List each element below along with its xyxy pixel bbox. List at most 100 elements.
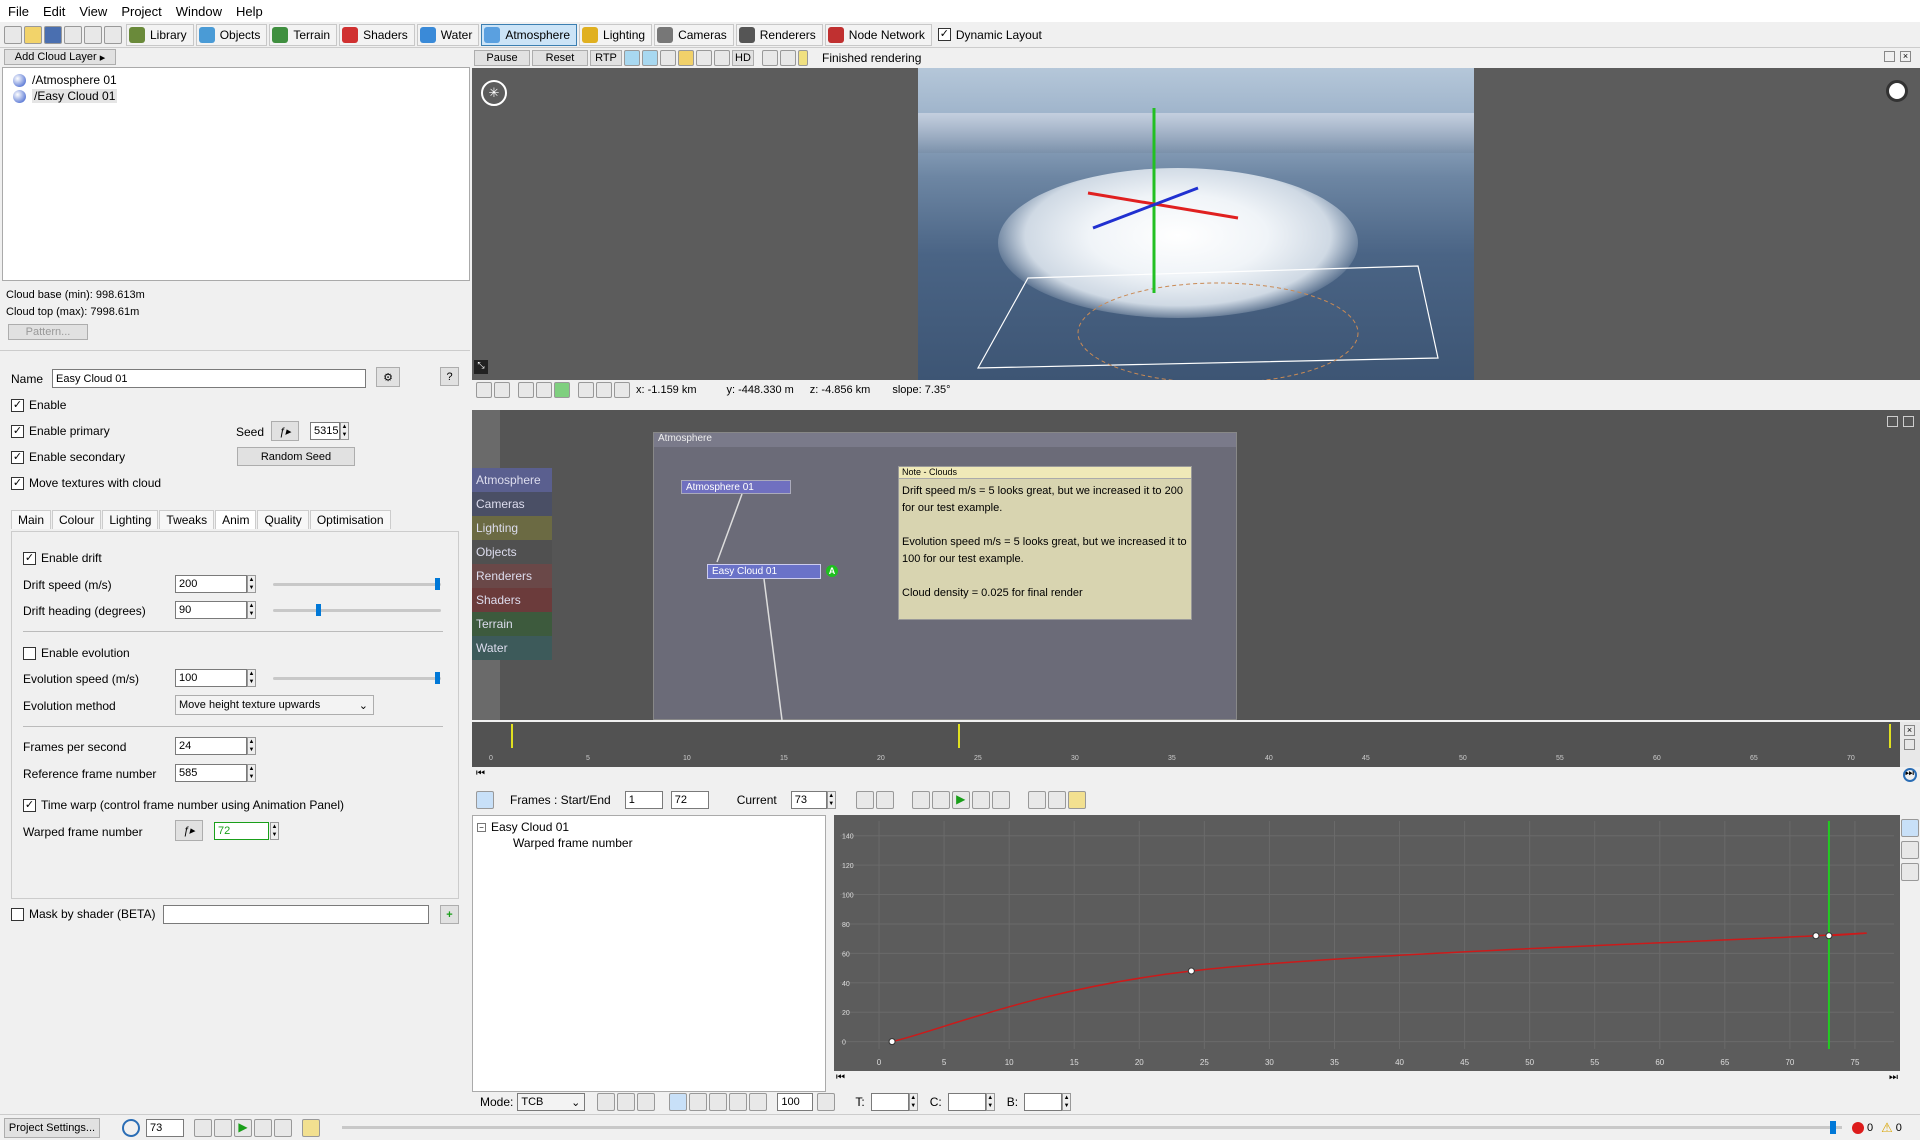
- tree-item-atmosphere[interactable]: /Atmosphere 01: [13, 73, 117, 87]
- drift-heading-slider-thumb[interactable]: [316, 604, 321, 616]
- toolbar-lighting-button[interactable]: Lighting: [579, 23, 653, 46]
- loop-icon[interactable]: [1027, 791, 1046, 809]
- render-preview-icon[interactable]: [642, 49, 658, 66]
- menu-edit[interactable]: Edit: [43, 4, 65, 19]
- keyframe-point[interactable]: [1825, 932, 1833, 940]
- fit-h-icon[interactable]: [689, 1093, 708, 1111]
- timeline-keyframe-marker[interactable]: [957, 724, 960, 748]
- grid-tool-icon[interactable]: [1901, 863, 1919, 881]
- time-warp-checkbox[interactable]: ✓: [23, 798, 36, 812]
- reference-frame-input[interactable]: 585: [175, 764, 247, 782]
- menu-window[interactable]: Window: [176, 4, 222, 19]
- end-frame-input[interactable]: 72: [670, 791, 709, 809]
- fps-spinner[interactable]: ▲ ▼: [247, 737, 256, 755]
- tab-anim[interactable]: Anim: [215, 510, 257, 529]
- dynamic-layout-toggle[interactable]: ✓ Dynamic Layout: [937, 28, 1042, 42]
- timeline[interactable]: 0 5 10 15 20 25 30 35 40 45 50 55 60 65 70: [472, 722, 1911, 772]
- keyframe-home-icon[interactable]: [855, 791, 874, 809]
- graph-scrollbar[interactable]: ⏮ ⏭: [834, 1072, 1900, 1086]
- tab-main[interactable]: Main: [11, 510, 52, 529]
- keyframe-remove-icon[interactable]: [875, 791, 894, 809]
- tab-colour[interactable]: Colour: [52, 510, 102, 529]
- fps-input[interactable]: 24: [175, 737, 247, 755]
- enable-evolution-toggle[interactable]: Enable evolution: [23, 646, 130, 660]
- tab-optimisation[interactable]: Optimisation: [309, 510, 391, 529]
- continuity-input[interactable]: [947, 1093, 986, 1111]
- error-icon[interactable]: [1852, 1121, 1864, 1134]
- keyframe-point[interactable]: [1187, 967, 1195, 975]
- continuity-spinner[interactable]: ▲ ▼: [985, 1093, 995, 1111]
- gizmo[interactable]: [918, 68, 1474, 380]
- toolbar-water-button[interactable]: Water: [416, 23, 480, 46]
- name-input[interactable]: Easy Cloud 01: [52, 369, 366, 388]
- play-icon[interactable]: ▶: [234, 1118, 252, 1137]
- bias-input[interactable]: [1024, 1093, 1063, 1111]
- keyframe-point[interactable]: [1812, 932, 1820, 940]
- menu-file[interactable]: File: [8, 4, 29, 19]
- key-delete-icon[interactable]: [637, 1093, 656, 1111]
- curve-tool-icon[interactable]: [1901, 819, 1919, 837]
- toolbar-atmosphere-button[interactable]: Atmosphere: [481, 23, 578, 46]
- warped-frame-function-icon[interactable]: ƒ▸: [175, 820, 203, 841]
- enable-checkbox[interactable]: ✓: [11, 398, 24, 412]
- refresh-icon[interactable]: [554, 382, 570, 398]
- step-forward-icon[interactable]: [971, 791, 990, 809]
- evolution-method-select[interactable]: Move height texture upwards ⌄: [175, 695, 374, 715]
- add-shader-icon[interactable]: +: [440, 905, 459, 924]
- enable-secondary-checkbox[interactable]: ✓: [11, 450, 24, 464]
- mask-shader-checkbox[interactable]: [11, 907, 24, 921]
- tab-quality[interactable]: Quality: [257, 510, 309, 529]
- copy-icon[interactable]: [64, 25, 82, 44]
- terrain-view-icon[interactable]: [518, 382, 534, 398]
- brush-icon[interactable]: [762, 49, 778, 66]
- timeline-keyframe-marker[interactable]: [511, 724, 514, 748]
- new-file-icon[interactable]: [4, 25, 22, 44]
- restore-icon[interactable]: [1887, 416, 1898, 427]
- crosshair-icon[interactable]: [614, 382, 630, 398]
- sun-icon[interactable]: [1886, 80, 1908, 102]
- enable-primary-checkbox[interactable]: ✓: [11, 424, 24, 438]
- drift-heading-slider[interactable]: [273, 609, 441, 612]
- x-axis-handle[interactable]: [1087, 191, 1239, 220]
- enable-drift-toggle[interactable]: ✓ Enable drift: [23, 551, 102, 565]
- undo-icon[interactable]: [104, 25, 122, 44]
- go-end-icon[interactable]: [274, 1118, 292, 1137]
- pattern-button[interactable]: Pattern...: [8, 324, 88, 340]
- pause-button[interactable]: Pause: [474, 49, 530, 66]
- lighting-preview-icon[interactable]: [678, 49, 694, 66]
- zoom-input[interactable]: 100: [777, 1093, 814, 1111]
- mask-shader-toggle[interactable]: Mask by shader (BETA): [11, 907, 155, 921]
- bottom-time-slider[interactable]: [342, 1121, 1842, 1134]
- project-settings-button[interactable]: Project Settings...: [4, 1117, 100, 1138]
- toolbar-cameras-button[interactable]: Cameras: [654, 23, 734, 46]
- clock-icon[interactable]: [1900, 767, 1920, 783]
- move-textures-toggle[interactable]: ✓ Move textures with cloud: [11, 476, 161, 490]
- toolbar-terrain-button[interactable]: Terrain: [269, 23, 338, 46]
- warped-frame-spinner[interactable]: ▲ ▼: [270, 822, 279, 840]
- move-textures-checkbox[interactable]: ✓: [11, 476, 24, 490]
- close-icon[interactable]: ×: [1904, 725, 1915, 736]
- mode-select[interactable]: TCB ⌄: [517, 1093, 586, 1111]
- fit-icon[interactable]: [669, 1093, 688, 1111]
- current-frame-input[interactable]: 73: [790, 791, 827, 809]
- dynamic-layout-checkbox[interactable]: ✓: [937, 28, 951, 41]
- tree-item-easy-cloud[interactable]: /Easy Cloud 01: [13, 89, 118, 103]
- keyframe-point[interactable]: [888, 1038, 896, 1046]
- close-icon[interactable]: ×: [1900, 51, 1911, 62]
- maximize-icon[interactable]: [1884, 51, 1895, 62]
- frame-icon[interactable]: [596, 382, 612, 398]
- snap-icon[interactable]: [729, 1093, 748, 1111]
- step-forward-icon[interactable]: [254, 1118, 272, 1137]
- enable-drift-checkbox[interactable]: ✓: [23, 551, 36, 565]
- forward-icon[interactable]: ⏭: [1889, 1072, 1898, 1083]
- menu-project[interactable]: Project: [121, 4, 161, 19]
- menu-help[interactable]: Help: [236, 4, 263, 19]
- drift-speed-slider-thumb[interactable]: [435, 578, 440, 590]
- function-icon[interactable]: [1067, 791, 1086, 809]
- drift-speed-slider[interactable]: [273, 583, 441, 586]
- exposure-icon[interactable]: [798, 49, 808, 66]
- enable-secondary-toggle[interactable]: ✓ Enable secondary: [11, 450, 125, 464]
- open-folder-icon[interactable]: [24, 25, 42, 44]
- list-tool-icon[interactable]: [1901, 841, 1919, 859]
- collapse-icon[interactable]: −: [477, 822, 486, 832]
